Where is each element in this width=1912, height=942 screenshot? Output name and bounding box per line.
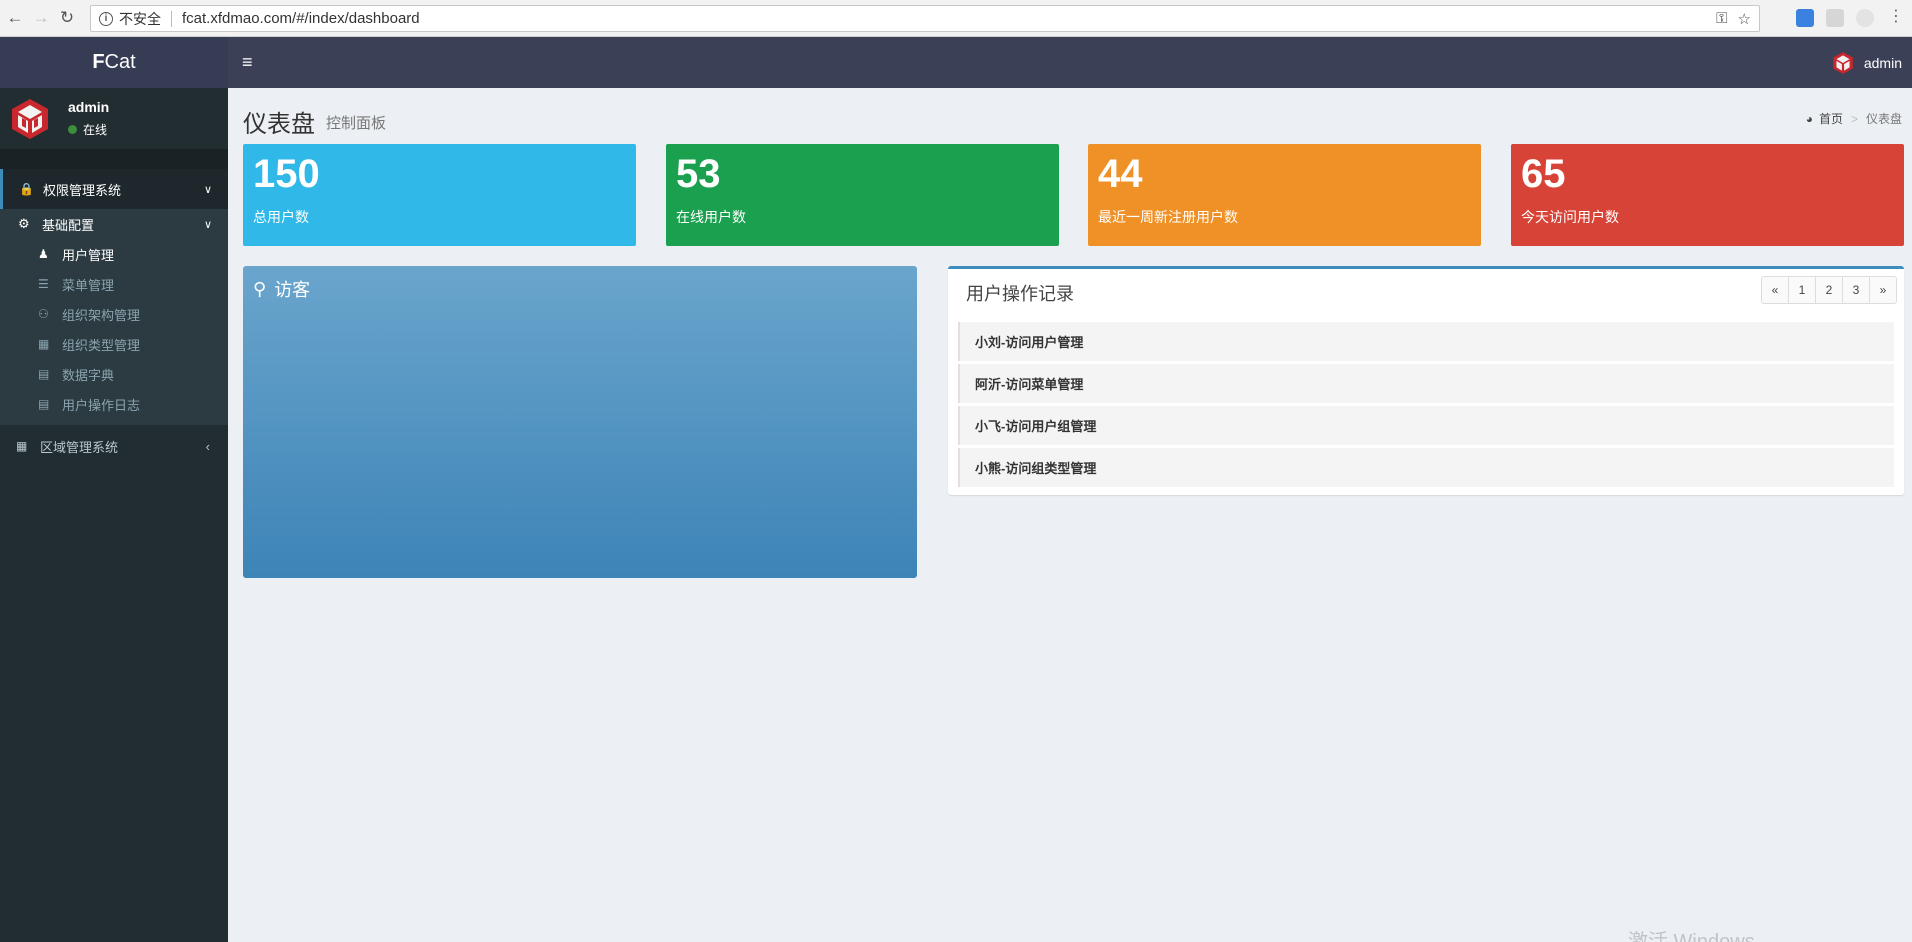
sidebar: F Cat admin 在线 🔒 权限管理系统 ∨ ⚙ 基础配置 ∨ ♟ 用户管… <box>0 37 228 942</box>
breadcrumb-home[interactable]: 首页 <box>1819 110 1843 127</box>
visitor-title: 访客 <box>274 280 311 300</box>
address-bar[interactable]: i 不安全 fcat.xfdmao.com/#/index/dashboard … <box>90 5 1760 32</box>
main-content: 仪表盘 控制面板 ◕ 首页 > 仪表盘 150 总用户数 53 在线用户数 44… <box>228 88 1912 942</box>
sidebar-item-basic-config[interactable]: ⚙ 基础配置 ∨ <box>0 209 228 239</box>
back-arrow-icon[interactable]: ← <box>4 7 26 29</box>
list-item[interactable]: 小熊-访问组类型管理 <box>958 448 1894 487</box>
dashboard-icon: ◕ <box>1805 111 1813 126</box>
bookmark-star-icon[interactable]: ☆ <box>1738 10 1751 28</box>
omnibox-divider <box>171 10 172 27</box>
sidebar-item-org-type[interactable]: ▦ 组织类型管理 <box>0 329 228 359</box>
sidebar-search-area <box>0 149 228 169</box>
top-user-name: admin <box>1863 54 1902 71</box>
user-status-label: 在线 <box>83 123 108 137</box>
stat-label: 今天访问用户数 <box>1521 209 1619 225</box>
key-icon[interactable]: ⚿ <box>1716 10 1727 27</box>
top-user-menu[interactable]: admin <box>1832 51 1902 75</box>
user-avatar-icon <box>12 98 48 139</box>
stat-label: 总用户数 <box>253 209 309 225</box>
breadcrumb-current: 仪表盘 <box>1865 112 1902 126</box>
sidebar-item-label: 用户操作日志 <box>62 397 141 413</box>
sidebar-item-user-management[interactable]: ♟ 用户管理 <box>0 239 228 269</box>
sidebar-item-operation-log[interactable]: ▤ 用户操作日志 <box>0 389 228 419</box>
book-icon: ▤ <box>38 367 50 381</box>
top-navbar: ≡ admin <box>228 37 1912 88</box>
chevron-down-icon: ∨ <box>203 183 212 196</box>
sidebar-item-label: 组织架构管理 <box>62 307 141 323</box>
user-avatar-icon <box>1833 51 1853 74</box>
brand-logo[interactable]: F Cat <box>0 37 228 88</box>
sidebar-item-label: 数据字典 <box>62 367 115 383</box>
page-prev-button[interactable]: « <box>1761 276 1789 304</box>
page-1-button[interactable]: 1 <box>1788 276 1816 304</box>
visitor-panel: ⚲ 访客 <box>243 266 917 578</box>
list-item[interactable]: 小刘-访问用户管理 <box>958 322 1894 361</box>
users-icon: ⚇ <box>38 307 49 321</box>
stat-weekly-new-users: 44 最近一周新注册用户数 <box>1088 144 1481 246</box>
hamburger-menu-icon[interactable]: ≡ <box>242 52 253 73</box>
map-marker-icon: ⚲ <box>253 278 267 299</box>
stat-online-users: 53 在线用户数 <box>666 144 1059 246</box>
stat-today-visitors: 65 今天访问用户数 <box>1511 144 1904 246</box>
sidebar-item-label: 用户管理 <box>62 247 115 263</box>
sidebar-item-menu-management[interactable]: ☰ 菜单管理 <box>0 269 228 299</box>
stat-label: 最近一周新注册用户数 <box>1098 209 1238 225</box>
list-icon: ☰ <box>38 277 49 291</box>
extension-panel-icon[interactable] <box>1826 9 1844 27</box>
log-list: 小刘-访问用户管理 阿沂-访问菜单管理 小飞-访问用户组管理 小熊-访问组类型管… <box>958 322 1894 490</box>
stat-value: 44 <box>1098 152 1143 196</box>
page-subtitle: 控制面板 <box>326 115 387 132</box>
browser-toolbar: ← → ↻ i 不安全 fcat.xfdmao.com/#/index/dash… <box>0 0 1912 37</box>
page-title: 仪表盘 <box>243 111 315 138</box>
sidebar-item-label: 菜单管理 <box>62 277 115 293</box>
stat-value: 150 <box>253 152 320 196</box>
lock-icon: 🔒 <box>19 182 34 196</box>
chevron-down-icon: ∨ <box>203 218 212 231</box>
insecure-label: 不安全 <box>119 10 161 27</box>
stat-value: 65 <box>1521 152 1566 196</box>
user-name: admin <box>68 99 110 115</box>
sidebar-item-data-dictionary[interactable]: ▤ 数据字典 <box>0 359 228 389</box>
pagination: « 1 2 3 » <box>1761 276 1897 304</box>
brand-bold: F <box>92 51 105 73</box>
online-dot-icon <box>68 125 77 134</box>
gear-icon: ⚙ <box>18 216 30 231</box>
breadcrumb: ◕ 首页 > 仪表盘 <box>1806 110 1902 127</box>
page-3-button[interactable]: 3 <box>1842 276 1870 304</box>
sidebar-item-label: 区域管理系统 <box>40 439 119 455</box>
book-icon: ▤ <box>38 397 50 411</box>
org-type-icon: ▦ <box>38 337 50 351</box>
extension-icon[interactable] <box>1796 9 1814 27</box>
extension-leaf-icon[interactable] <box>1856 9 1874 27</box>
sidebar-item-label: 组织类型管理 <box>62 337 141 353</box>
list-item[interactable]: 阿沂-访问菜单管理 <box>958 364 1894 403</box>
page-2-button[interactable]: 2 <box>1815 276 1843 304</box>
list-item[interactable]: 小飞-访问用户组管理 <box>958 406 1894 445</box>
info-icon[interactable]: i <box>99 11 113 26</box>
page-next-button[interactable]: » <box>1869 276 1897 304</box>
reload-icon[interactable]: ↻ <box>56 7 78 29</box>
chevron-left-icon: ‹ <box>205 438 210 454</box>
stat-label: 在线用户数 <box>676 209 746 225</box>
forward-arrow-icon[interactable]: → <box>30 7 52 29</box>
user-panel: admin 在线 <box>0 88 228 149</box>
windows-activation-watermark: 激活 Windows <box>1628 931 1755 942</box>
sidebar-item-label: 基础配置 <box>42 217 95 233</box>
user-status: 在线 <box>68 121 109 138</box>
sidebar-item-permission-system[interactable]: 🔒 权限管理系统 ∨ <box>0 169 228 209</box>
sidebar-item-org-structure[interactable]: ⚇ 组织架构管理 <box>0 299 228 329</box>
breadcrumb-separator: > <box>1850 111 1858 126</box>
grid-icon: ▦ <box>16 439 28 453</box>
user-icon: ♟ <box>38 247 49 261</box>
brand-rest: Cat <box>104 51 136 73</box>
operation-log-box: 用户操作记录 « 1 2 3 » 小刘-访问用户管理 阿沂-访问菜单管理 小飞-… <box>948 266 1904 495</box>
sidebar-submenu: ⚙ 基础配置 ∨ ♟ 用户管理 ☰ 菜单管理 ⚇ 组织架构管理 ▦ 组织类型管理… <box>0 209 228 425</box>
log-title: 用户操作记录 <box>966 284 1074 304</box>
sidebar-item-label: 权限管理系统 <box>43 182 122 198</box>
stat-value: 53 <box>676 152 721 196</box>
url-text[interactable]: fcat.xfdmao.com/#/index/dashboard <box>182 10 420 27</box>
browser-menu-icon[interactable]: ⋮ <box>1888 6 1904 26</box>
stat-total-users: 150 总用户数 <box>243 144 636 246</box>
sidebar-item-area-system[interactable]: ▦ 区域管理系统 ‹ <box>0 425 228 467</box>
